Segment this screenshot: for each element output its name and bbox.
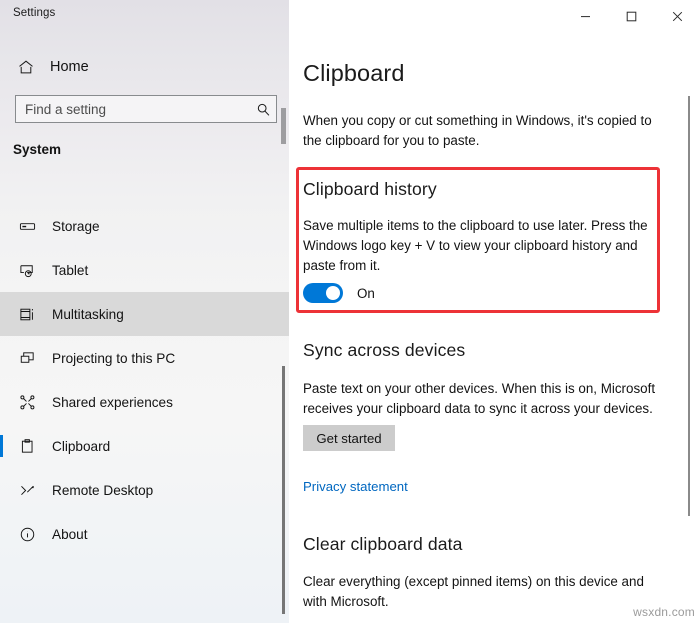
sidebar-nav: Storage Tablet Multitasking Projecting t… bbox=[0, 204, 289, 556]
sidebar-item-storage[interactable]: Storage bbox=[0, 204, 289, 248]
sync-across-devices-description: Paste text on your other devices. When t… bbox=[303, 381, 656, 416]
page-intro-text: When you copy or cut something in Window… bbox=[303, 113, 652, 149]
main-scrollbar-thumb[interactable] bbox=[688, 96, 690, 516]
home-icon bbox=[12, 59, 40, 75]
page-title: Clipboard bbox=[303, 59, 405, 86]
sidebar-item-label: Storage bbox=[52, 218, 100, 234]
remote-desktop-icon bbox=[14, 482, 40, 499]
sidebar-item-about[interactable]: About bbox=[0, 512, 289, 556]
clipboard-history-description: Save multiple items to the clipboard to … bbox=[303, 218, 648, 273]
sidebar: Settings Home System bbox=[0, 0, 289, 623]
sidebar-item-multitasking[interactable]: Multitasking bbox=[0, 292, 289, 336]
sidebar-item-label: Projecting to this PC bbox=[52, 350, 176, 366]
maximize-button[interactable] bbox=[608, 0, 654, 32]
main-content: Clipboard When you copy or cut something… bbox=[289, 0, 700, 623]
clear-clipboard-data-heading: Clear clipboard data bbox=[303, 534, 463, 554]
search-icon[interactable] bbox=[250, 102, 276, 117]
search-input[interactable] bbox=[16, 97, 250, 121]
tablet-icon bbox=[14, 262, 40, 279]
clipboard-history-toggle-row[interactable]: On bbox=[303, 283, 375, 303]
sidebar-item-label: Multitasking bbox=[52, 306, 124, 322]
sidebar-section-label: System bbox=[13, 142, 62, 157]
clipboard-history-toggle-state: On bbox=[357, 285, 375, 301]
privacy-statement-link[interactable]: Privacy statement bbox=[303, 479, 408, 494]
settings-window: Settings Home System bbox=[0, 0, 700, 623]
sidebar-item-tablet[interactable]: Tablet bbox=[0, 248, 289, 292]
shared-icon bbox=[14, 394, 40, 411]
clipboard-history-heading: Clipboard history bbox=[303, 179, 437, 199]
sidebar-scrollbar-thumb[interactable] bbox=[282, 366, 285, 614]
sidebar-item-projecting-to-this-pc[interactable]: Projecting to this PC bbox=[0, 336, 289, 380]
info-icon bbox=[14, 526, 40, 543]
window-controls bbox=[562, 0, 700, 32]
multitasking-icon bbox=[14, 306, 40, 323]
sidebar-item-label: Clipboard bbox=[52, 438, 111, 454]
clear-clipboard-data-description: Clear everything (except pinned items) o… bbox=[303, 574, 644, 609]
projecting-icon bbox=[14, 350, 40, 367]
sync-across-devices-heading: Sync across devices bbox=[303, 340, 466, 360]
sidebar-item-shared-experiences[interactable]: Shared experiences bbox=[0, 380, 289, 424]
sidebar-item-remote-desktop[interactable]: Remote Desktop bbox=[0, 468, 289, 512]
sidebar-item-label: Tablet bbox=[52, 262, 89, 278]
toggle-knob bbox=[326, 286, 340, 300]
close-button[interactable] bbox=[654, 0, 700, 32]
search-box[interactable] bbox=[15, 95, 277, 123]
app-title: Settings bbox=[13, 7, 56, 19]
get-started-button[interactable]: Get started bbox=[303, 425, 395, 451]
clipboard-icon bbox=[14, 438, 40, 455]
sidebar-item-label: About bbox=[52, 526, 88, 542]
sidebar-item-clipboard[interactable]: Clipboard bbox=[0, 424, 289, 468]
sidebar-scroll-marker bbox=[281, 108, 286, 144]
sidebar-item-label: Shared experiences bbox=[52, 394, 173, 410]
sidebar-item-home[interactable]: Home bbox=[0, 52, 289, 82]
sidebar-home-label: Home bbox=[50, 59, 89, 75]
sidebar-item-label: Remote Desktop bbox=[52, 482, 154, 498]
clipboard-history-toggle[interactable] bbox=[303, 283, 343, 303]
storage-icon bbox=[14, 218, 40, 235]
minimize-button[interactable] bbox=[562, 0, 608, 32]
watermark: wsxdn.com bbox=[633, 605, 695, 619]
